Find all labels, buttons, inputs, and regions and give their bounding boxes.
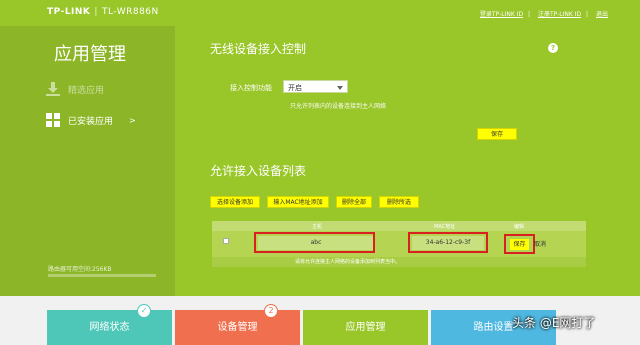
account-links: 登录TP-LINK ID | 注册TP-LINK ID | 退出	[474, 9, 608, 18]
highlight-box-host	[254, 232, 375, 253]
brand-name: TP-LINK	[47, 7, 91, 17]
row-cancel-button[interactable]: 取消	[534, 239, 546, 250]
column-mac: MAC地址	[434, 224, 456, 230]
wireless-control-title: 无线设备接入控制	[210, 42, 307, 56]
device-count-badge: 2	[264, 304, 278, 318]
control-hint: 只允许列表内的设备连接到主人网络	[290, 103, 387, 110]
download-icon	[46, 82, 60, 96]
delete-selected-button[interactable]: 删除所选	[379, 196, 419, 208]
tab-label: 路由设置	[473, 322, 514, 333]
check-icon: ✓	[137, 304, 151, 318]
main-panel: 无线设备接入控制 ? 接入控制功能 开启 只允许列表内的设备连接到主人网络 保存…	[175, 26, 640, 296]
brand-separator: |	[94, 7, 98, 17]
storage-bar	[48, 274, 156, 277]
grid-icon	[46, 113, 60, 127]
help-icon[interactable]: ?	[548, 43, 558, 53]
sidebar-title: 应用管理	[54, 44, 126, 65]
tab-label: 应用管理	[345, 322, 386, 333]
chevron-right-icon: >	[129, 115, 136, 125]
chevron-down-icon	[337, 86, 343, 90]
control-select[interactable]: 开启	[283, 80, 348, 93]
tab-label: 设备管理	[217, 322, 258, 333]
column-edit: 编辑	[514, 224, 525, 230]
sidebar-item-featured-apps[interactable]: 精选应用	[46, 82, 104, 96]
allowlist-title: 允许接入设备列表	[210, 164, 307, 178]
row-checkbox[interactable]	[223, 238, 229, 244]
column-host: 主机	[312, 224, 323, 230]
tab-network-status[interactable]: 网络状态	[47, 310, 172, 345]
brand-logo: TP-LINK | TL-WR886N	[47, 7, 159, 17]
sidebar-item-label: 精选应用	[68, 85, 105, 96]
highlight-box-save	[504, 234, 535, 254]
delete-all-button[interactable]: 删除全部	[336, 196, 372, 208]
link-separator: |	[586, 11, 589, 18]
tab-device-management[interactable]: 设备管理	[175, 310, 300, 345]
tab-label: 网络状态	[89, 322, 130, 333]
exit-link[interactable]: 退出	[596, 11, 608, 18]
control-select-value: 开启	[288, 84, 302, 92]
sidebar-item-installed-apps[interactable]: 已安装应用 >	[46, 113, 136, 127]
sidebar: 应用管理 精选应用 已安装应用 > 路由器可用空间:256KB	[0, 26, 175, 296]
storage-label: 路由器可用空间:256KB	[48, 266, 112, 273]
control-label: 接入控制功能	[230, 84, 272, 92]
sidebar-item-label: 已安装应用	[68, 116, 114, 127]
watermark: 头条 @E网打了	[512, 316, 596, 330]
top-bar: TP-LINK | TL-WR886N 登录TP-LINK ID | 注册TP-LI…	[0, 0, 640, 26]
router-model: TL-WR886N	[101, 7, 159, 17]
tab-app-management[interactable]: 应用管理	[303, 310, 428, 345]
link-separator: |	[528, 11, 531, 18]
login-link[interactable]: 登录TP-LINK ID	[480, 11, 523, 18]
select-device-add-button[interactable]: 选择设备添加	[210, 196, 260, 208]
table-header: 主机 MAC地址 编辑	[212, 221, 586, 231]
highlight-box-mac	[408, 232, 488, 253]
mac-add-button[interactable]: 输入MAC地址添加	[267, 196, 329, 208]
wireless-save-button[interactable]: 保存	[477, 128, 517, 140]
register-link[interactable]: 注册TP-LINK ID	[538, 11, 581, 18]
table-hint: 请将允许连接主人网络的设备添加到列表当中。	[295, 259, 401, 265]
